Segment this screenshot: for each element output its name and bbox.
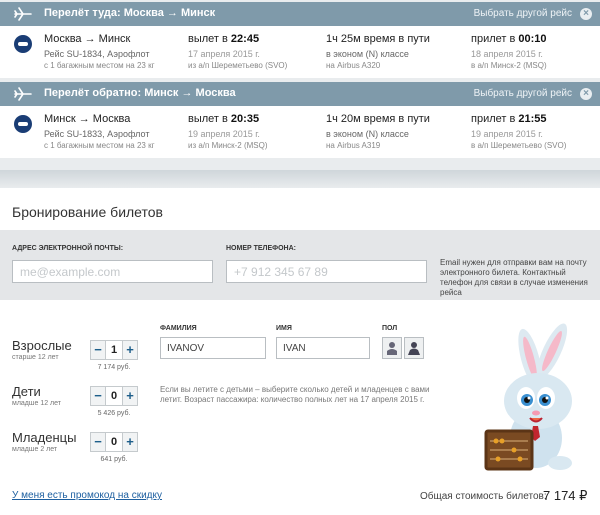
adults-plus-button[interactable]: + bbox=[122, 341, 137, 359]
adults-label: Взрослые bbox=[12, 338, 72, 353]
infants-price: 641 руб. bbox=[100, 456, 128, 463]
inbound-arr-time: 21:55 bbox=[518, 113, 547, 125]
promo-code-link[interactable]: У меня есть промокод на скидку bbox=[12, 490, 162, 501]
outbound-arr-date: 18 апреля 2015 г. bbox=[471, 49, 543, 59]
total-label: Общая стоимость билетов: bbox=[420, 491, 547, 502]
outbound-duration-col: 1ч 25м время в пути в эконом (N) классе … bbox=[326, 33, 430, 71]
outbound-dep-date: 17 апреля 2015 г. bbox=[188, 49, 260, 59]
name-label: ИМЯ bbox=[276, 325, 292, 332]
phone-field[interactable] bbox=[226, 260, 427, 283]
infants-label: Младенцы bbox=[12, 430, 77, 445]
inbound-dep-airport: из а/п Минск-2 (MSQ) bbox=[188, 141, 268, 150]
adults-minus-button[interactable]: − bbox=[91, 341, 106, 359]
surname-field[interactable] bbox=[160, 337, 266, 359]
name-field[interactable] bbox=[276, 337, 370, 359]
outbound-title: Перелёт туда: Москва → Минск bbox=[44, 7, 216, 19]
inbound-header: Перелёт обратно: Минск → Москва Выбрать … bbox=[0, 82, 600, 106]
inbound-duration-col: 1ч 20м время в пути в эконом (N) классе … bbox=[326, 113, 430, 151]
close-icon[interactable]: × bbox=[580, 8, 592, 20]
inbound-title: Перелёт обратно: Минск → Москва bbox=[44, 87, 236, 99]
outbound-arr-prefix: прилет в bbox=[471, 33, 519, 45]
children-age: младше 12 лет bbox=[12, 400, 62, 407]
bunny-mascot bbox=[484, 323, 572, 471]
inbound-arr-airport: в а/п Шереметьево (SVO) bbox=[471, 141, 567, 150]
outbound-header: Перелёт туда: Москва → Минск Выбрать дру… bbox=[0, 2, 600, 26]
children-stepper: − 0 + bbox=[90, 386, 138, 406]
inbound-cabin: в эконом (N) классе bbox=[326, 129, 409, 139]
female-icon bbox=[408, 342, 420, 355]
adults-age: старше 12 лет bbox=[12, 354, 59, 361]
children-plus-button[interactable]: + bbox=[122, 387, 137, 405]
surname-label: ФАМИЛИЯ bbox=[160, 325, 197, 332]
booking-panel: Бронирование билетов АДРЕС ЭЛЕКТРОННОЙ П… bbox=[0, 188, 600, 515]
children-label-group: Дети младше 12 лет bbox=[12, 384, 61, 407]
male-icon bbox=[387, 342, 397, 355]
kids-note: Если вы летите с детьми – выберите сколь… bbox=[160, 385, 430, 404]
adults-label-group: Взрослые старше 12 лет bbox=[12, 338, 72, 361]
total-value: 7 174 ₽ bbox=[543, 488, 588, 503]
outbound-route: Москва → Минск bbox=[44, 33, 131, 45]
outbound-dep-prefix: вылет в bbox=[188, 33, 231, 45]
outbound-change-flight-link[interactable]: Выбрать другой рейс bbox=[474, 8, 572, 19]
inbound-change-flight-link[interactable]: Выбрать другой рейс bbox=[474, 88, 572, 99]
flights-panel: Перелёт туда: Москва → Минск Выбрать дру… bbox=[0, 0, 600, 175]
outbound-arr-airport: в а/п Минск-2 (MSQ) bbox=[471, 61, 547, 70]
infants-count: 0 bbox=[110, 436, 118, 448]
inbound-flight-number: Рейс SU-1833, Аэрофлот bbox=[44, 129, 150, 139]
aeroflot-logo bbox=[14, 115, 32, 133]
infants-age: младше 2 лет bbox=[12, 446, 58, 453]
infants-label-group: Младенцы младше 2 лет bbox=[12, 430, 76, 453]
infants-stepper: − 0 + bbox=[90, 432, 138, 452]
inbound-arrival-col: прилет в 21:55 19 апреля 2015 г. в а/п Ш… bbox=[471, 113, 566, 151]
inbound-baggage: с 1 багажным местом на 23 кг bbox=[44, 141, 155, 150]
inbound-departure-col: вылет в 20:35 19 апреля 2015 г. из а/п М… bbox=[188, 113, 268, 151]
outbound-departure-col: вылет в 22:45 17 апреля 2015 г. из а/п Ш… bbox=[188, 33, 287, 71]
section-divider bbox=[0, 170, 600, 188]
infants-plus-button[interactable]: + bbox=[122, 433, 137, 451]
outbound-route-col: Москва → Минск Рейс SU-1834, Аэрофлот с … bbox=[44, 33, 155, 71]
female-button[interactable] bbox=[404, 337, 424, 359]
children-minus-button[interactable]: − bbox=[91, 387, 106, 405]
email-field[interactable] bbox=[12, 260, 213, 283]
contact-section: АДРЕС ЭЛЕКТРОННОЙ ПОЧТЫ: НОМЕР ТЕЛЕФОНА:… bbox=[0, 230, 600, 300]
inbound-route: Минск → Москва bbox=[44, 113, 131, 125]
outbound-baggage: с 1 багажным местом на 23 кг bbox=[44, 61, 155, 70]
outbound-cabin: в эконом (N) классе bbox=[326, 49, 409, 59]
inbound-duration: 1ч 20м время в пути bbox=[326, 113, 430, 125]
adults-count: 1 bbox=[110, 344, 118, 356]
outbound-details: Москва → Минск Рейс SU-1834, Аэрофлот с … bbox=[0, 26, 600, 78]
close-icon[interactable]: × bbox=[580, 88, 592, 100]
outbound-aircraft: на Airbus A320 bbox=[326, 61, 381, 70]
outbound-duration: 1ч 25м время в пути bbox=[326, 33, 430, 45]
inbound-dep-date: 19 апреля 2015 г. bbox=[188, 129, 260, 139]
children-count: 0 bbox=[110, 390, 118, 402]
contact-hint: Email нужен для отправки вам на почту эл… bbox=[440, 258, 588, 297]
inbound-details: Минск → Москва Рейс SU-1833, Аэрофлот с … bbox=[0, 106, 600, 158]
adults-stepper: − 1 + bbox=[90, 340, 138, 360]
plane-icon bbox=[14, 7, 32, 21]
inbound-arr-date: 19 апреля 2015 г. bbox=[471, 129, 543, 139]
adults-price: 7 174 руб. bbox=[97, 364, 131, 371]
outbound-arr-time: 00:10 bbox=[518, 33, 547, 45]
inbound-route-col: Минск → Москва Рейс SU-1833, Аэрофлот с … bbox=[44, 113, 155, 151]
outbound-arrival-col: прилет в 00:10 18 апреля 2015 г. в а/п М… bbox=[471, 33, 547, 71]
children-label: Дети bbox=[12, 384, 41, 399]
booking-title: Бронирование билетов bbox=[12, 204, 163, 220]
male-button[interactable] bbox=[382, 337, 402, 359]
email-label: АДРЕС ЭЛЕКТРОННОЙ ПОЧТЫ: bbox=[12, 245, 124, 252]
aeroflot-logo bbox=[14, 35, 32, 53]
gender-label: ПОЛ bbox=[382, 325, 398, 332]
children-price: 5 426 руб. bbox=[97, 410, 131, 417]
phone-label: НОМЕР ТЕЛЕФОНА: bbox=[226, 245, 296, 252]
inbound-aircraft: на Airbus A319 bbox=[326, 141, 381, 150]
outbound-flight-number: Рейс SU-1834, Аэрофлот bbox=[44, 49, 150, 59]
plane-icon bbox=[14, 87, 32, 101]
outbound-dep-airport: из а/п Шереметьево (SVO) bbox=[188, 61, 288, 70]
infants-minus-button[interactable]: − bbox=[91, 433, 106, 451]
inbound-dep-prefix: вылет в bbox=[188, 113, 231, 125]
outbound-dep-time: 22:45 bbox=[230, 33, 260, 45]
inbound-arr-prefix: прилет в bbox=[471, 113, 519, 125]
inbound-dep-time: 20:35 bbox=[230, 113, 260, 125]
